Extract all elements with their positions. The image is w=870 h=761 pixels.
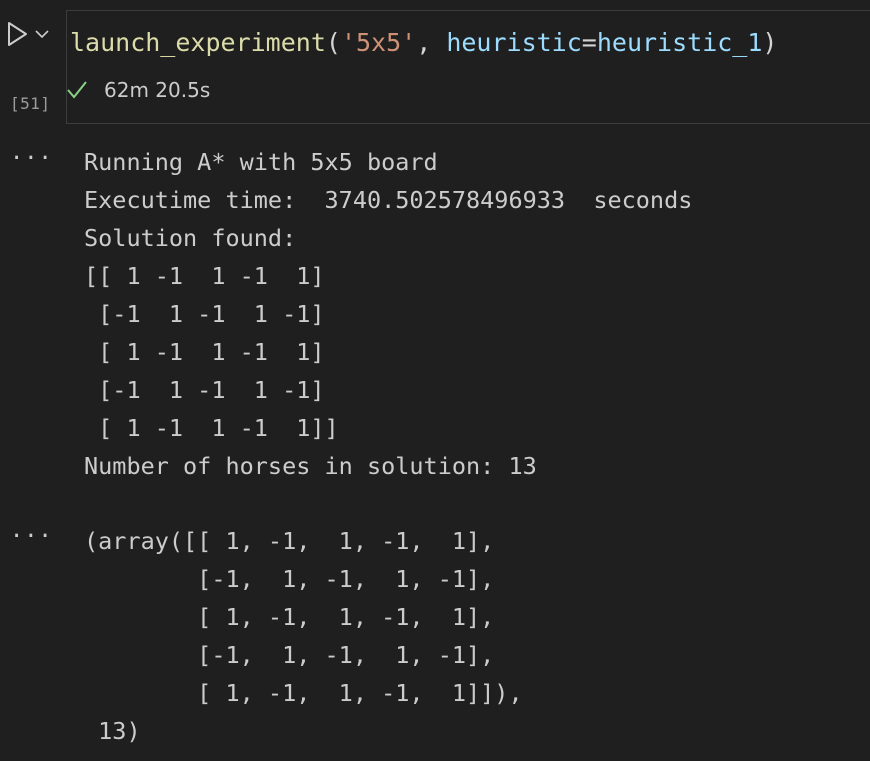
output-line: [-1, 1, -1, 1, -1],	[84, 565, 495, 593]
execution-duration: 62m 20.5s	[104, 78, 211, 102]
output-actions-ellipsis[interactable]: ···	[10, 146, 53, 171]
execution-status: 62m 20.5s	[34, 78, 210, 102]
output-line: [[ 1 -1 1 -1 1]	[84, 262, 325, 290]
code-function-name: launch_experiment	[70, 28, 326, 57]
output-line: Running A* with 5x5 board	[84, 148, 438, 176]
output-line: Solution found:	[84, 224, 297, 252]
output-line: [-1 1 -1 1 -1]	[84, 376, 325, 404]
code-close-paren: )	[762, 28, 778, 57]
result-output: (array([[ 1, -1, 1, -1, 1], [-1, 1, -1, …	[84, 522, 523, 750]
run-options-dropdown[interactable]	[34, 28, 50, 40]
code-string-argument: '5x5'	[340, 28, 417, 57]
output-line: [ 1, -1, 1, -1, 1],	[84, 603, 495, 631]
output-line: [-1, 1, -1, 1, -1],	[84, 641, 495, 669]
run-cell-button[interactable]	[6, 20, 30, 48]
code-equals: =	[581, 28, 597, 57]
output-line: [ 1, -1, 1, -1, 1]]),	[84, 679, 523, 707]
chevron-down-icon	[35, 30, 49, 39]
run-cell-controls	[6, 20, 50, 48]
output-line: [-1 1 -1 1 -1]	[84, 300, 325, 328]
output-line: [ 1 -1 1 -1 1]	[84, 338, 325, 366]
output-line: Executime time: 3740.502578496933 second…	[84, 186, 693, 214]
code-open-paren: (	[325, 28, 341, 57]
stdout-output: Running A* with 5x5 board Executime time…	[84, 143, 692, 485]
play-icon	[8, 22, 27, 46]
code-parameter-value: heuristic_1	[596, 28, 763, 57]
output-actions-ellipsis[interactable]: ···	[10, 524, 53, 549]
check-icon	[67, 81, 87, 99]
output-line: 13)	[84, 717, 141, 745]
code-line[interactable]: launch_experiment('5x5', heuristic=heuri…	[70, 28, 777, 57]
output-line: [ 1 -1 1 -1 1]]	[84, 414, 339, 442]
code-separator: ,	[416, 28, 447, 57]
output-line: (array([[ 1, -1, 1, -1, 1],	[84, 527, 495, 555]
output-line: Number of horses in solution: 13	[84, 452, 537, 480]
code-parameter-name: heuristic	[446, 28, 582, 57]
